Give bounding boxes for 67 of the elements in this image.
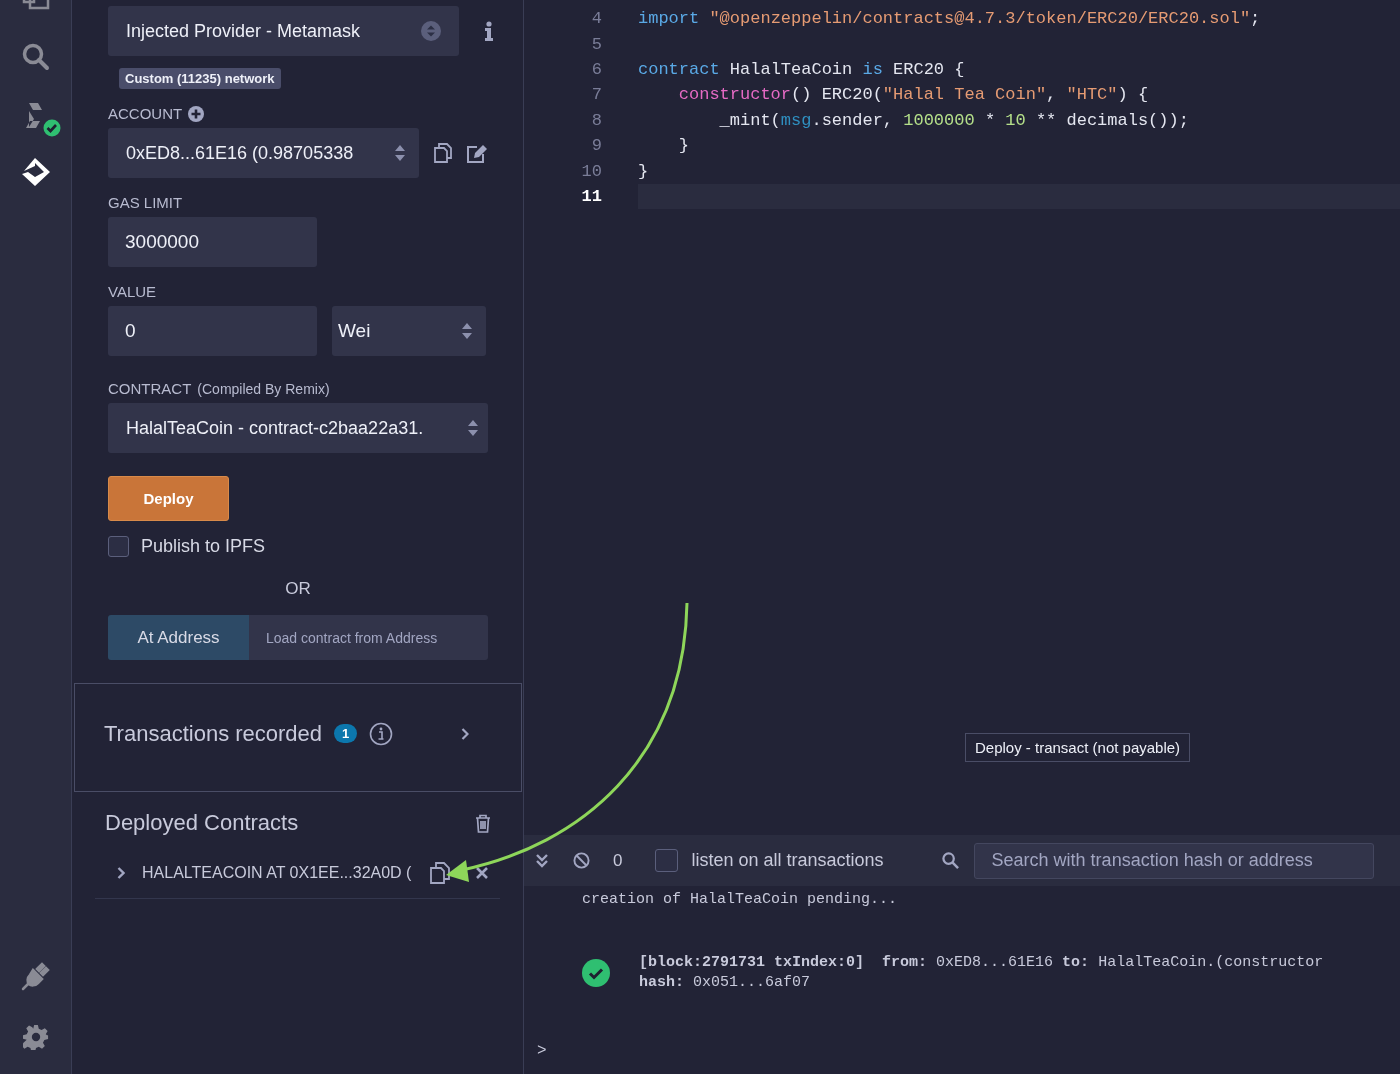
line-number: 7 [590, 85, 602, 105]
pending-count: 0 [613, 850, 623, 871]
chevron-right-icon[interactable] [461, 727, 469, 740]
code-line: _mint(msg.sender, 1000000 * 10 ** decimals()); [718, 110, 1189, 130]
transactions-recorded-panel[interactable]: Transactions recorded 1 [74, 683, 522, 792]
listen-checkbox[interactable] [655, 849, 679, 872]
network-badge: Custom (11235) network [119, 68, 281, 89]
line-number: 4 [590, 9, 602, 29]
publish-checkbox[interactable] [108, 536, 129, 557]
close-icon[interactable] [476, 867, 488, 879]
transaction-log-line: [block:2791731 txIndex:0] from: 0xED8...61E16 to: HalalTeaCoin.(constructor [639, 953, 1324, 973]
transaction-search-field[interactable]: Search with transaction hash or address [973, 842, 1374, 879]
line-number: 6 [590, 59, 602, 79]
compiled-by-note: (Compiled By Remix) [197, 380, 330, 397]
publish-label: Publish to IPFS [141, 536, 266, 557]
search-icon[interactable] [21, 43, 50, 71]
transactions-recorded-title: Transactions recorded [104, 720, 323, 747]
log-message: creation of HalalTeaCoin pending... [582, 890, 899, 910]
trash-icon[interactable] [475, 813, 491, 833]
account-label: ACCOUNT [108, 105, 183, 122]
transaction-log-line: hash: 0x051...6af07 [639, 973, 812, 993]
terminal-prompt: > [537, 1042, 547, 1060]
dropdown-arrows-icon[interactable] [468, 419, 478, 437]
plug-icon[interactable] [20, 961, 51, 991]
code-line: constructor() ERC20("Halal Tea Coin", "HTC") { [677, 85, 1149, 105]
listen-label: listen on all transactions [691, 850, 884, 871]
code-line: contract HalalTeaCoin is ERC20 { [638, 59, 965, 79]
contract-select[interactable]: HalalTeaCoin - contract-c2baa22a31. [108, 403, 488, 453]
ethereum-deploy-icon[interactable] [20, 157, 51, 187]
clear-icon[interactable] [573, 852, 590, 869]
chevron-right-icon[interactable] [117, 867, 125, 879]
line-number: 9 [590, 136, 602, 156]
deployed-contracts-title: Deployed Contracts [105, 810, 299, 836]
count-badge: 1 [334, 724, 358, 743]
info-icon[interactable] [484, 21, 494, 41]
code-line: import "@openzeppelin/contracts@4.7.3/token/ERC20/ERC20.sol"; [638, 9, 1261, 29]
line-number: 5 [590, 34, 602, 54]
line-number: 10 [580, 161, 602, 181]
value-field[interactable]: 0 [108, 306, 317, 356]
dropdown-arrows-icon[interactable] [395, 144, 405, 162]
account-select[interactable]: 0xED8...61E16 (0.98705338 [108, 128, 419, 178]
or-divider-text: OR [284, 579, 312, 599]
line-number: 8 [590, 110, 602, 130]
gas-limit-field[interactable]: 3000000 [108, 217, 317, 267]
environment-select[interactable]: Injected Provider - Metamask [108, 6, 459, 56]
deployed-contract-name[interactable]: HALALTEACOIN AT 0X1EE...32A0D ( [142, 864, 422, 882]
contract-label: CONTRACT [108, 380, 192, 397]
tooltip: Deploy - transact (not payable) [965, 733, 1191, 762]
info-icon[interactable] [369, 721, 394, 746]
edit-icon[interactable] [467, 143, 488, 163]
copy-icon[interactable] [430, 862, 450, 884]
settings-icon[interactable] [22, 1024, 49, 1050]
value-label: VALUE [108, 283, 157, 300]
success-check-icon [582, 959, 610, 987]
gas-limit-label: GAS LIMIT [108, 194, 183, 211]
copy-icon[interactable] [434, 143, 452, 163]
double-chevron-down-icon[interactable] [536, 853, 548, 868]
at-address-button[interactable]: At Address [108, 615, 249, 660]
code-line: } [638, 161, 649, 181]
dropdown-arrows-icon[interactable] [462, 322, 472, 340]
unit-select[interactable]: Wei [332, 306, 486, 356]
code-line: } [677, 136, 689, 156]
add-account-icon[interactable] [188, 105, 205, 122]
line-number: 11 [580, 186, 602, 206]
search-icon[interactable] [941, 852, 959, 869]
address-field[interactable]: Load contract from Address [249, 615, 488, 660]
files-icon[interactable] [21, 0, 50, 10]
